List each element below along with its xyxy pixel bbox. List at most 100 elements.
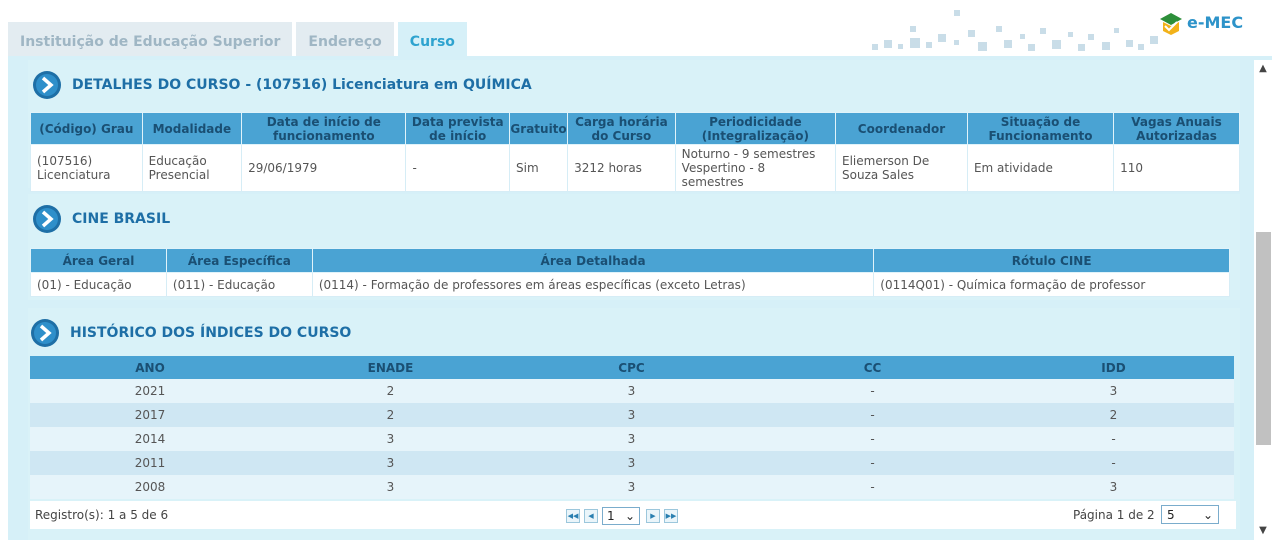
cell-cc: -	[752, 451, 993, 475]
cell-enade: 3	[270, 475, 511, 499]
section-cine-header: CINE BRASIL	[32, 202, 170, 236]
cell-cc: -	[752, 403, 993, 427]
cell-enade: 3	[270, 427, 511, 451]
detalhes-table: (Código) Grau Modalidade Data de início …	[30, 112, 1240, 192]
first-page-icon[interactable]: ◀◀	[566, 509, 580, 523]
cell-cc: -	[752, 379, 993, 403]
pager-bar: Registro(s): 1 a 5 de 6 ◀◀ ◀ 1 ⌄ ▶ ▶▶ Pá…	[30, 501, 1236, 529]
tab-curso[interactable]: Curso	[397, 22, 467, 56]
cell-data-prevista: -	[405, 144, 510, 192]
section-cine: CINE BRASIL Área Geral Área Específica Á…	[28, 194, 1240, 300]
cell-coordenador: Eliemerson De Souza Sales	[835, 144, 968, 192]
cell-cc: -	[752, 427, 993, 451]
decorative-dot-pattern	[868, 6, 1168, 52]
cell-idd: 3	[993, 379, 1234, 403]
pager-controls: ◀◀ ◀ 1 ⌄ ▶ ▶▶	[566, 507, 682, 525]
cell-carga: 3212 horas	[567, 144, 676, 192]
page-select-value: 1	[607, 509, 615, 523]
section-detalhes-title: DETALHES DO CURSO - (107516) Licenciatur…	[72, 77, 532, 93]
col-header: Vagas Anuais Autorizadas	[1113, 112, 1240, 145]
cell-ano: 2008	[30, 475, 270, 499]
scrollbar-thumb[interactable]	[1256, 232, 1271, 445]
cell-gratuito: Sim	[508, 144, 569, 192]
cell-cpc: 3	[511, 427, 752, 451]
cell-cpc: 3	[511, 451, 752, 475]
col-header: ANO	[30, 356, 270, 379]
chevron-down-icon: ⌄	[1202, 507, 1213, 522]
section-historico-title: HISTÓRICO DOS ÍNDICES DO CURSO	[70, 325, 352, 341]
cell-idd: -	[993, 427, 1234, 451]
col-header: Rótulo CINE	[873, 248, 1230, 273]
scroll-up-icon[interactable]: ▲	[1254, 60, 1272, 78]
graduation-box-icon	[1160, 13, 1182, 35]
col-header: Área Geral	[30, 248, 167, 273]
col-header: Área Específica	[165, 248, 313, 273]
prev-page-icon[interactable]: ◀	[584, 509, 598, 523]
last-page-icon[interactable]: ▶▶	[664, 509, 678, 523]
section-detalhes: DETALHES DO CURSO - (107516) Licenciatur…	[28, 60, 1240, 192]
page-select[interactable]: 1 ⌄	[602, 507, 640, 525]
tab-endereco[interactable]: Endereço	[296, 22, 394, 56]
cell-cc: -	[752, 475, 993, 499]
next-page-icon[interactable]: ▶	[646, 509, 660, 523]
col-header: Coordenador	[835, 112, 968, 145]
arrow-circle-icon	[33, 205, 61, 233]
table-row: 2014 3 3 - -	[30, 427, 1234, 451]
historico-table: ANO ENADE CPC CC IDD 2021 2 3 - 3 2017 2…	[30, 356, 1234, 499]
cell-area-detalhada: (0114) - Formação de professores em área…	[311, 272, 875, 297]
cell-rotulo-cine: (0114Q01) - Química formação de professo…	[873, 272, 1230, 297]
col-header: ENADE	[270, 356, 511, 379]
pagina-label: Página 1 de 2	[1073, 508, 1155, 522]
col-header: Data de início de funcionamento	[241, 112, 407, 145]
col-header: Situação de Funcionamento	[966, 112, 1115, 145]
table-row: 2011 3 3 - -	[30, 451, 1234, 475]
table-row: 2008 3 3 - 3	[30, 475, 1234, 499]
cell-area-geral: (01) - Educação	[30, 272, 167, 297]
cell-ano: 2017	[30, 403, 270, 427]
cell-situacao: Em atividade	[966, 144, 1115, 192]
cell-enade: 2	[270, 403, 511, 427]
cell-enade: 3	[270, 451, 511, 475]
scroll-down-icon[interactable]: ▼	[1254, 522, 1272, 540]
cell-grau: (107516) Licenciatura	[30, 144, 143, 192]
cell-enade: 2	[270, 379, 511, 403]
page-size-select[interactable]: 5 ⌄	[1161, 505, 1219, 524]
cell-idd: 3	[993, 475, 1234, 499]
col-header: CC	[752, 356, 993, 379]
col-header: Modalidade	[141, 112, 243, 145]
cell-area-especifica: (011) - Educação	[165, 272, 313, 297]
registros-label: Registro(s): 1 a 5 de 6	[35, 508, 169, 522]
table-row: (107516) Licenciatura Educação Presencial …	[30, 144, 1240, 192]
col-header: IDD	[993, 356, 1234, 379]
vertical-scrollbar[interactable]: ▲ ▼	[1254, 60, 1272, 540]
section-cine-title: CINE BRASIL	[72, 211, 171, 227]
cell-cpc: 3	[511, 403, 752, 427]
cell-idd: -	[993, 451, 1234, 475]
cell-ano: 2014	[30, 427, 270, 451]
content-area: DETALHES DO CURSO - (107516) Licenciatur…	[28, 60, 1240, 540]
cell-modalidade: Educação Presencial	[141, 144, 243, 192]
page-size-value: 5	[1167, 507, 1175, 522]
table-row: 2017 2 3 - 2	[30, 403, 1234, 427]
tab-instituicao[interactable]: Instituição de Educação Superior	[8, 22, 293, 56]
cell-idd: 2	[993, 403, 1234, 427]
col-header: (Código) Grau	[30, 112, 143, 145]
arrow-circle-icon	[31, 319, 59, 347]
tab-bar: Instituição de Educação Superior Endereç…	[8, 22, 471, 56]
main-frame: DETALHES DO CURSO - (107516) Licenciatur…	[8, 56, 1272, 540]
top-bar: Instituição de Educação Superior Endereç…	[0, 0, 1280, 56]
cell-vagas: 110	[1113, 144, 1240, 192]
table-row: 2021 2 3 - 3	[30, 379, 1234, 403]
section-historico-header: HISTÓRICO DOS ÍNDICES DO CURSO	[30, 316, 351, 350]
col-header: Área Detalhada	[311, 248, 875, 273]
arrow-circle-icon	[33, 71, 61, 99]
logo-text: e-MEC	[1187, 12, 1244, 32]
col-header: CPC	[511, 356, 752, 379]
chevron-down-icon: ⌄	[624, 509, 635, 523]
cell-ano: 2021	[30, 379, 270, 403]
cell-periodicidade: Noturno - 9 semestres Vespertino - 8 seme…	[674, 144, 837, 192]
cine-table: Área Geral Área Específica Área Detalhad…	[30, 248, 1230, 297]
col-header: Gratuito	[508, 112, 569, 145]
emec-logo: e-MEC	[1157, 8, 1243, 36]
col-header: Data prevista de início	[405, 112, 510, 145]
